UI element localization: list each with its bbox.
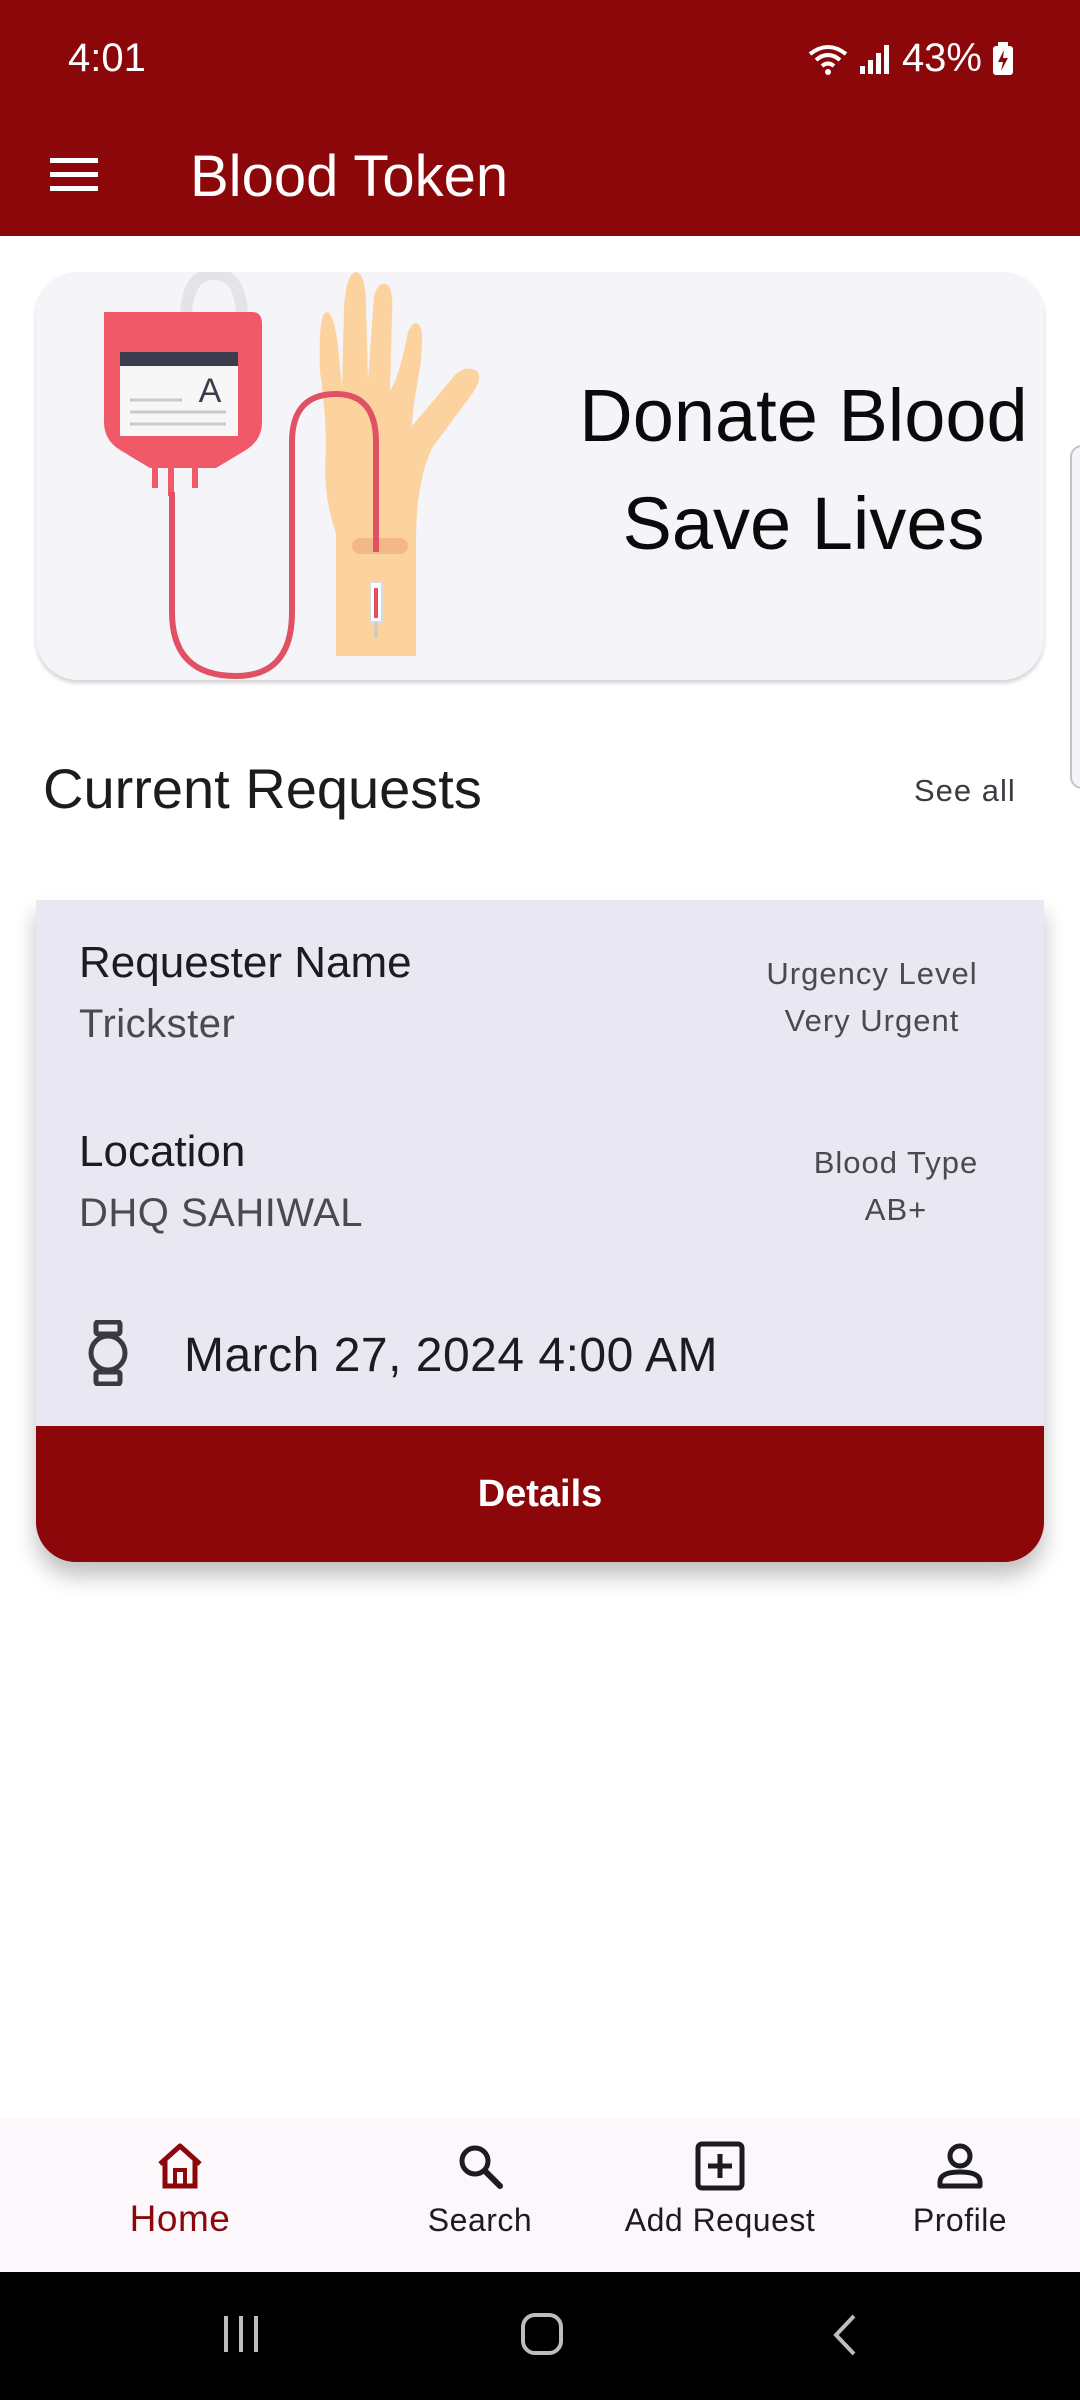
status-bar: 4:01 43% xyxy=(0,0,1080,118)
urgency-block: Urgency Level Very Urgent xyxy=(736,950,1008,1044)
blood-type-value: AB+ xyxy=(864,1192,928,1227)
location-value: DHQ SAHIWAL xyxy=(79,1191,364,1235)
details-button[interactable]: Details xyxy=(36,1426,1044,1562)
system-navigation-bar xyxy=(0,2272,1080,2400)
bag-label: A xyxy=(199,372,222,410)
requester-label: Requester Name xyxy=(79,938,412,987)
app-title: Blood Token xyxy=(190,144,509,209)
bottom-navigation: Home Search Add Request Profile xyxy=(0,2118,1080,2272)
app-bar: Blood Token xyxy=(0,118,1080,236)
search-icon xyxy=(459,2145,503,2189)
battery-charging-icon xyxy=(993,41,1013,75)
nav-add-request[interactable]: Add Request xyxy=(610,2118,830,2272)
requester-value: Trickster xyxy=(79,1002,236,1046)
menu-icon[interactable] xyxy=(46,146,102,202)
next-banner-peek[interactable] xyxy=(1070,445,1080,789)
blood-type-block: Blood Type AB+ xyxy=(776,1139,1016,1233)
status-indicators: 43% xyxy=(808,36,1014,81)
request-card: Requester Name Trickster Urgency Level V… xyxy=(36,900,1044,1562)
person-icon xyxy=(937,2143,983,2189)
back-icon xyxy=(833,2314,856,2356)
nav-search-label: Search xyxy=(427,2202,533,2238)
banner-slogan: Donate Blood Save Lives xyxy=(516,362,1044,578)
location-label: Location xyxy=(79,1127,246,1176)
request-datetime: March 27, 2024 4:00 AM xyxy=(184,1329,718,1382)
nav-home-label: Home xyxy=(129,2198,231,2239)
blood-donation-illustration: A xyxy=(104,272,480,680)
watch-icon xyxy=(88,1320,128,1386)
see-all-link[interactable]: See all xyxy=(914,773,1016,809)
wifi-icon xyxy=(808,44,848,75)
nav-profile[interactable]: Profile xyxy=(880,2118,1040,2272)
urgency-label: Urgency Level xyxy=(766,956,978,991)
home-system-button[interactable] xyxy=(520,2312,564,2356)
nav-search[interactable]: Search xyxy=(400,2118,560,2272)
recent-apps-button[interactable] xyxy=(222,2314,260,2354)
banner-line1: Donate Blood xyxy=(579,374,1028,457)
signal-icon xyxy=(859,44,889,74)
nav-profile-label: Profile xyxy=(912,2202,1008,2238)
back-system-button[interactable] xyxy=(828,2312,860,2358)
donate-banner: A Donate Blood Save Lives xyxy=(36,272,1044,680)
add-box-icon xyxy=(695,2141,745,2191)
home-icon xyxy=(158,2143,202,2189)
blood-type-label: Blood Type xyxy=(813,1145,979,1180)
nav-add-request-label: Add Request xyxy=(624,2202,816,2238)
current-requests-title: Current Requests xyxy=(43,757,482,820)
nav-home[interactable]: Home xyxy=(100,2118,260,2272)
status-time: 4:01 xyxy=(68,36,146,80)
banner-line2: Save Lives xyxy=(622,482,985,565)
recent-apps-icon xyxy=(224,2316,258,2352)
battery-percent: 43% xyxy=(901,36,982,80)
urgency-value: Very Urgent xyxy=(784,1003,960,1038)
home-circle-icon xyxy=(521,2313,563,2355)
